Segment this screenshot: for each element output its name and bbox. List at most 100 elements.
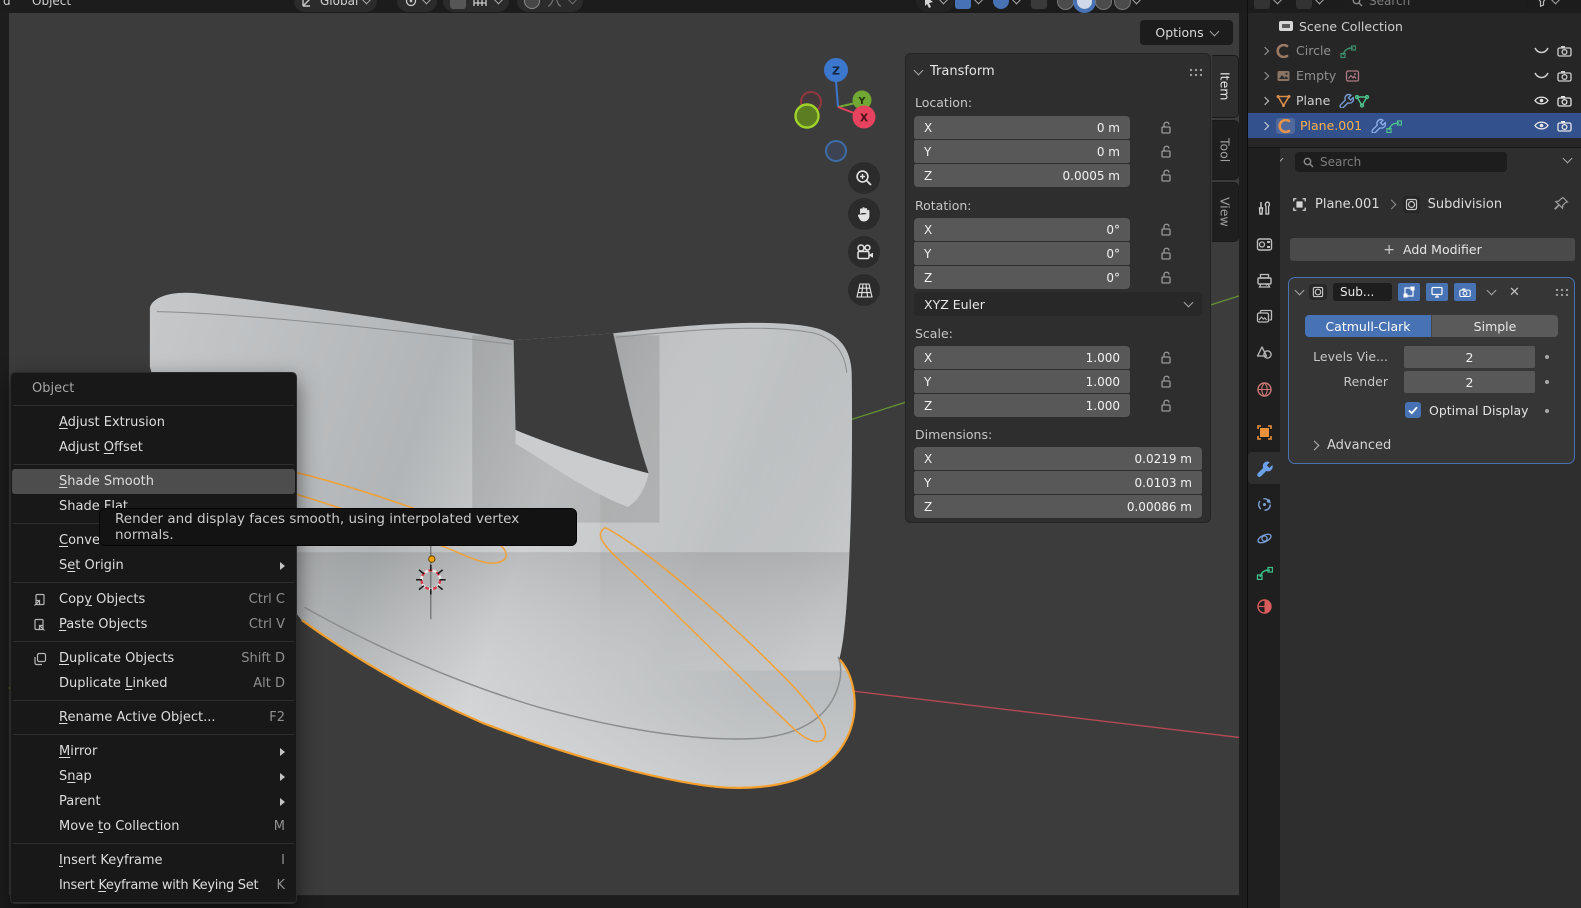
wireframe-shading-icon[interactable]	[1057, 0, 1074, 10]
tab-render[interactable]	[1248, 228, 1280, 260]
menu-add-clipped[interactable]: d	[3, 0, 11, 12]
solid-shading-icon[interactable]	[1076, 0, 1093, 10]
camera-visibility-icon[interactable]	[1557, 45, 1572, 57]
outliner-row-plane[interactable]: Plane	[1248, 88, 1581, 113]
gizmo-icon[interactable]	[955, 0, 971, 9]
transform-panel-header[interactable]: Transform	[915, 60, 1203, 83]
modifier-realtime-toggle[interactable]	[1426, 283, 1448, 301]
location-y-lock-icon[interactable]	[1153, 140, 1179, 163]
pivot-point-dropdown[interactable]	[397, 0, 437, 12]
properties-search-input[interactable]: Search	[1295, 152, 1507, 172]
rotation-y-field[interactable]: Y0°	[914, 242, 1130, 265]
tab-modifiers-active[interactable]	[1248, 452, 1280, 484]
tab-view-layer[interactable]	[1248, 300, 1280, 332]
outliner-row-circle[interactable]: Circle	[1248, 38, 1581, 63]
outliner-filter-button[interactable]	[1536, 0, 1559, 12]
tab-scene[interactable]	[1248, 336, 1280, 368]
viewport-options-button[interactable]: Options	[1140, 20, 1233, 45]
menu-item-rename-active-object[interactable]: Rename Active Object...F2	[12, 705, 295, 730]
overlays-icon[interactable]	[993, 0, 1009, 9]
levels-viewport-field[interactable]: 2	[1404, 346, 1535, 368]
gizmo-negative-z-ball[interactable]	[826, 141, 846, 161]
tab-world[interactable]	[1248, 373, 1280, 405]
menu-item-shade-smooth[interactable]: Shade Smooth	[12, 469, 295, 494]
gizmo-toggle[interactable]	[955, 0, 982, 12]
tab-object-data[interactable]	[1248, 556, 1280, 588]
menu-item-parent[interactable]: Parent	[12, 789, 295, 814]
menu-item-set-origin[interactable]: Set Origin	[12, 553, 295, 578]
outliner-display-mode-dropdown[interactable]	[1254, 0, 1281, 12]
catmull-clark-button[interactable]: Catmull-Clark	[1305, 315, 1431, 337]
outliner-search[interactable]: Search	[1344, 0, 1526, 12]
dimensions-y-field[interactable]: Y0.0103 m	[914, 471, 1202, 494]
menu-item-duplicate-linked[interactable]: Duplicate LinkedAlt D	[12, 671, 295, 696]
rendered-shading-icon[interactable]	[1114, 0, 1131, 10]
outliner-row-empty[interactable]: Empty	[1248, 63, 1581, 88]
editor-divider-vertical[interactable]	[1247, 0, 1248, 908]
scale-z-lock-icon[interactable]	[1153, 394, 1179, 417]
tab-physics[interactable]	[1248, 522, 1280, 554]
hide-eye-closed-icon[interactable]	[1534, 71, 1549, 81]
proportional-edit-controls[interactable]	[517, 0, 583, 12]
menu-item-paste-objects[interactable]: Paste ObjectsCtrl V	[12, 612, 295, 637]
expand-chevron-icon[interactable]	[1261, 71, 1269, 79]
magnet-snap-toggle-icon[interactable]	[450, 0, 466, 9]
outliner-filter-mode-dropdown[interactable]	[1296, 0, 1323, 12]
tab-material[interactable]	[1248, 590, 1280, 622]
render-levels-field[interactable]: 2	[1404, 371, 1535, 393]
xray-icon[interactable]	[1031, 0, 1047, 9]
expand-chevron-icon[interactable]	[1261, 121, 1269, 129]
shading-dropdown-icon[interactable]	[1132, 0, 1142, 4]
panel-drag-handle[interactable]	[1189, 68, 1203, 76]
dimensions-x-field[interactable]: X0.0219 m	[914, 447, 1202, 470]
scale-x-lock-icon[interactable]	[1153, 346, 1179, 369]
pan-button[interactable]	[848, 198, 880, 230]
scene-collection-row[interactable]: Scene Collection	[1248, 15, 1581, 37]
menu-item-duplicate-objects[interactable]: Duplicate ObjectsShift D	[12, 646, 295, 671]
menu-item-adjust-extrusion[interactable]: Adjust Extrusion	[12, 410, 295, 435]
rotation-y-lock-icon[interactable]	[1153, 242, 1179, 265]
xray-toggle[interactable]	[1031, 0, 1047, 12]
tab-particles[interactable]	[1248, 488, 1280, 520]
menu-item-insert-keyframe-keying-set[interactable]: Insert Keyframe with Keying SetK	[12, 873, 295, 898]
camera-visibility-icon[interactable]	[1557, 70, 1572, 82]
pin-icon[interactable]	[1554, 196, 1569, 211]
collapse-chevron-icon[interactable]	[1295, 286, 1305, 296]
npanel-tab-view[interactable]: View	[1212, 182, 1239, 242]
animate-dot-icon[interactable]	[1545, 409, 1549, 413]
camera-view-button[interactable]	[848, 236, 880, 268]
location-z-lock-icon[interactable]	[1153, 164, 1179, 187]
add-modifier-button[interactable]: + Add Modifier	[1290, 238, 1575, 261]
rotation-x-lock-icon[interactable]	[1153, 218, 1179, 241]
menu-item-mirror[interactable]: Mirror	[12, 739, 295, 764]
select-tool-dropdown[interactable]	[916, 0, 954, 12]
breadcrumb-modifier-name[interactable]: Subdivision	[1428, 197, 1503, 212]
modifier-extras-dropdown-icon[interactable]	[1487, 286, 1497, 296]
modifier-close-icon[interactable]: ✕	[1509, 285, 1520, 300]
expand-chevron-icon[interactable]	[1261, 46, 1269, 54]
outliner-row-plane-001-selected[interactable]: Plane.001	[1248, 113, 1581, 138]
camera-visibility-icon[interactable]	[1557, 95, 1572, 107]
rotation-z-lock-icon[interactable]	[1153, 266, 1179, 289]
modifier-editmode-toggle[interactable]	[1398, 283, 1420, 301]
dimensions-z-field[interactable]: Z0.00086 m	[914, 495, 1202, 518]
menu-item-snap[interactable]: Snap	[12, 764, 295, 789]
breadcrumb-object-name[interactable]: Plane.001	[1315, 197, 1380, 212]
transform-orientation-dropdown[interactable]: Global	[294, 0, 377, 12]
overlays-toggle[interactable]	[993, 0, 1020, 12]
view-navigation-gizmo[interactable]: Z Y X	[770, 45, 900, 180]
rotation-mode-dropdown[interactable]: XYZ Euler	[914, 292, 1202, 316]
location-z-field[interactable]: Z0.0005 m	[914, 164, 1130, 187]
location-y-field[interactable]: Y0 m	[914, 140, 1130, 163]
eye-open-icon[interactable]	[1534, 120, 1549, 131]
eye-open-icon[interactable]	[1534, 95, 1549, 106]
gizmo-negative-y-ball[interactable]	[796, 105, 819, 128]
menu-object[interactable]: Object	[32, 0, 71, 12]
scale-z-field[interactable]: Z1.000	[914, 394, 1130, 417]
expand-chevron-icon[interactable]	[1261, 96, 1269, 104]
animate-dot-icon[interactable]	[1545, 355, 1549, 359]
npanel-tab-item[interactable]: Item	[1212, 55, 1239, 118]
hide-eye-closed-icon[interactable]	[1534, 46, 1549, 56]
camera-visibility-icon[interactable]	[1557, 120, 1572, 132]
tab-output[interactable]	[1248, 264, 1280, 296]
